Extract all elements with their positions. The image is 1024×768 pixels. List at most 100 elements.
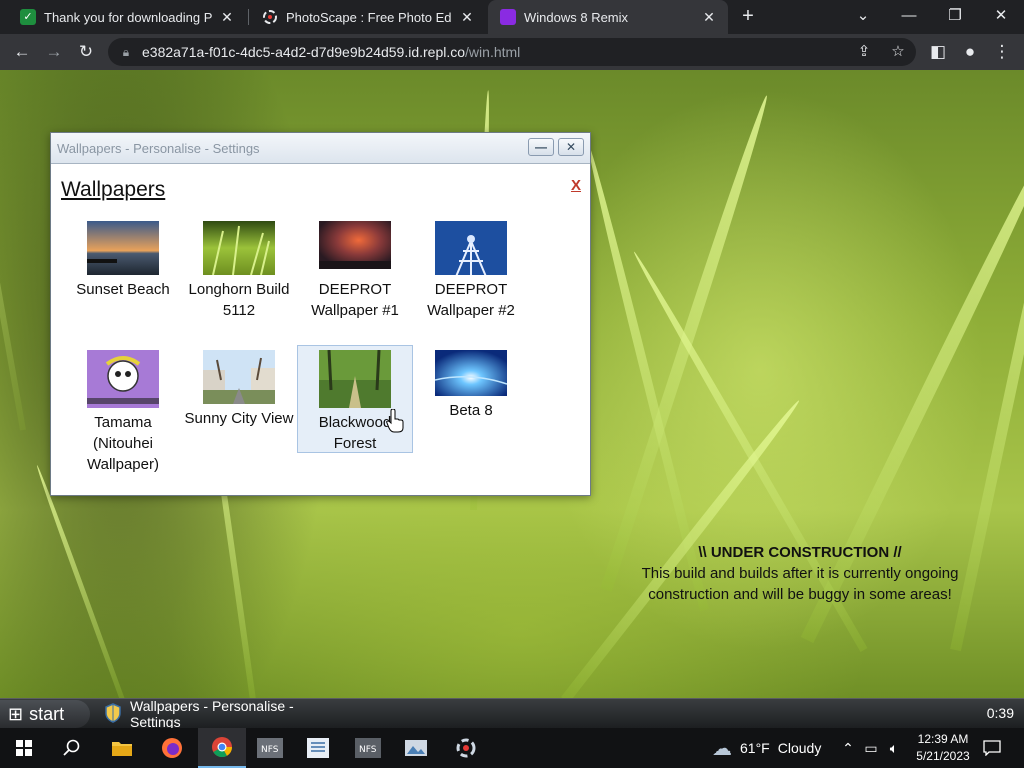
new-tab-button[interactable]: + — [736, 4, 760, 28]
beta-8-thumbnail — [435, 350, 507, 396]
start-button[interactable]: ⊞ start — [0, 700, 90, 728]
url-text: e382a71a-f01c-4dc5-a4d2-d7d9e9b24d59.id.… — [142, 44, 520, 60]
sunny-city-thumbnail — [203, 350, 275, 404]
file-explorer-icon[interactable] — [98, 728, 146, 768]
window-title-bar[interactable]: Wallpapers - Personalise - Settings — ✕ — [51, 133, 590, 164]
taskbar-item-label: Wallpapers - Personalise - Settings — [130, 698, 294, 730]
weather-temp: 61°F — [740, 740, 770, 756]
close-link[interactable]: X — [571, 177, 581, 194]
notepad-icon[interactable] — [294, 728, 342, 768]
wallpaper-item-deeprot-2[interactable]: DEEPROT Wallpaper #2 — [413, 216, 529, 322]
close-icon[interactable]: ✕ — [458, 9, 476, 26]
tab-title: PhotoScape : Free Photo Editing — [286, 9, 452, 25]
tab-divider — [248, 9, 249, 25]
sunset-beach-thumbnail — [87, 221, 159, 275]
windows-flag-icon: ⊞ — [8, 703, 24, 724]
wallpapers-window: Wallpapers - Personalise - Settings — ✕ … — [50, 132, 591, 496]
wallpaper-label: Sunny City View — [184, 410, 294, 427]
lock-icon: 🔒︎ — [122, 44, 130, 59]
tab-primo[interactable]: ✓ Thank you for downloading Prim ✕ — [8, 0, 246, 34]
notice-body: This build and builds after it is curren… — [641, 565, 959, 603]
url-path: /win.html — [465, 44, 521, 60]
wallpapers-heading: Wallpapers — [61, 178, 166, 201]
wallpaper-label: Beta 8 — [449, 402, 493, 419]
cloud-icon: ☁ — [712, 737, 732, 760]
nfs-game-icon[interactable]: NFS — [246, 728, 294, 768]
reload-icon[interactable]: ↻ — [72, 38, 100, 66]
share-icon[interactable]: ⇪ — [852, 40, 876, 64]
window-title: Wallpapers - Personalise - Settings — [57, 141, 260, 156]
window-close-button[interactable]: ✕ — [558, 138, 584, 156]
clock-date: 5/21/2023 — [916, 749, 970, 763]
photo-viewer-icon[interactable] — [392, 728, 440, 768]
start-label: start — [29, 703, 65, 724]
clock-time: 12:39 AM — [917, 732, 969, 746]
wallpaper-label: Sunset Beach — [76, 281, 170, 298]
windows-start-icon[interactable] — [0, 728, 48, 768]
wallpaper-item-longhorn[interactable]: Longhorn Build 5112 — [181, 216, 297, 322]
minimize-icon[interactable]: — — [886, 0, 932, 34]
web-os-clock: 0:39 — [986, 705, 1014, 721]
deeprot-2-thumbnail — [435, 221, 507, 275]
svg-text:NFS: NFS — [359, 745, 377, 755]
url-host: e382a71a-f01c-4dc5-a4d2-d7d9e9b24d59.id.… — [142, 44, 466, 60]
grass-blade — [34, 464, 125, 698]
address-bar[interactable]: 🔒︎ e382a71a-f01c-4dc5-a4d2-d7d9e9b24d59.… — [108, 38, 916, 66]
tamama-thumbnail — [87, 350, 159, 408]
hand-cursor-icon — [386, 409, 404, 433]
desktop-wallpaper: \\ UNDER CONSTRUCTION // This build and … — [0, 70, 1024, 698]
back-arrow-icon[interactable]: ← — [8, 38, 36, 66]
photoscape-favicon-icon — [262, 9, 278, 25]
wallpaper-item-beta-8[interactable]: Beta 8 — [413, 345, 529, 422]
wallpaper-item-sunset-beach[interactable]: Sunset Beach — [65, 216, 181, 301]
search-icon[interactable] — [48, 728, 96, 768]
weather-desc: Cloudy — [777, 740, 822, 756]
firefox-icon[interactable] — [148, 728, 196, 768]
network-icon[interactable]: ▭ — [860, 728, 882, 768]
blackwood-forest-thumbnail — [319, 350, 391, 408]
weather-widget[interactable]: ☁ 61°F Cloudy — [712, 728, 821, 768]
close-icon[interactable]: ✕ — [700, 9, 718, 26]
tab-search-chevron-down-icon[interactable]: ⌄ — [840, 0, 886, 34]
bookmark-star-icon[interactable]: ☆ — [886, 40, 910, 64]
browser-tab-strip: ✓ Thank you for downloading Prim ✕ Photo… — [0, 0, 1024, 34]
wallpaper-label: DEEPROT Wallpaper #2 — [427, 281, 515, 319]
deeprot-1-thumbnail — [319, 221, 391, 269]
svg-text:NFS: NFS — [261, 745, 279, 755]
more-menu-icon[interactable]: ⋮ — [988, 38, 1016, 66]
window-close-icon[interactable]: ✕ — [978, 0, 1024, 34]
nfs-game-2-icon[interactable]: NFS — [344, 728, 392, 768]
wallpaper-item-deeprot-1[interactable]: DEEPROT Wallpaper #1 — [297, 216, 413, 322]
notice-heading: \\ UNDER CONSTRUCTION // — [698, 544, 902, 561]
window-minimize-button[interactable]: — — [528, 138, 554, 156]
tab-title: Thank you for downloading Prim — [44, 9, 212, 25]
restore-icon[interactable]: ❐ — [932, 0, 978, 34]
taskbar-item-wallpapers[interactable]: Wallpapers - Personalise - Settings — [98, 698, 342, 730]
wallpaper-label: Longhorn Build 5112 — [188, 281, 290, 319]
forward-arrow-icon[interactable]: → — [40, 38, 68, 66]
sheets-favicon-icon: ✓ — [20, 9, 36, 25]
shield-icon — [104, 702, 122, 726]
tray-chevron-up-icon[interactable]: ⌃ — [838, 728, 858, 768]
notifications-icon[interactable] — [980, 728, 1004, 768]
wallpaper-item-tamama[interactable]: Tamama (Nitouhei Wallpaper) — [65, 345, 181, 476]
purple-favicon-icon — [500, 9, 516, 25]
profile-avatar-icon[interactable]: ● — [956, 38, 984, 66]
grass-blade — [0, 134, 26, 431]
windows-taskbar: NFS NFS ☁ 61°F Cloudy ⌃ ▭ 🔈︎ 12:39 AM 5/… — [0, 728, 1024, 768]
window-body: Wallpapers X Sunset Beach Longhorn Build… — [51, 164, 590, 495]
tab-photoscape[interactable]: PhotoScape : Free Photo Editing ✕ — [250, 0, 486, 34]
tab-windows8-remix[interactable]: Windows 8 Remix ✕ — [488, 0, 728, 34]
wallpaper-item-blackwood-forest[interactable]: Blackwood Forest — [297, 345, 413, 453]
web-os-taskbar: ⊞ start Wallpapers - Personalise - Setti… — [0, 698, 1024, 730]
wallpaper-item-sunny-city[interactable]: Sunny City View — [181, 345, 297, 430]
close-icon[interactable]: ✕ — [218, 9, 236, 26]
longhorn-thumbnail — [203, 221, 275, 275]
photoscape-icon[interactable] — [442, 728, 490, 768]
tab-title: Windows 8 Remix — [524, 9, 629, 25]
system-clock[interactable]: 12:39 AM 5/21/2023 — [898, 731, 988, 765]
under-construction-notice: \\ UNDER CONSTRUCTION // This build and … — [600, 542, 1000, 605]
side-panel-icon[interactable]: ◧ — [924, 38, 952, 66]
wallpaper-label: DEEPROT Wallpaper #1 — [311, 281, 399, 319]
chrome-icon[interactable] — [198, 728, 246, 768]
